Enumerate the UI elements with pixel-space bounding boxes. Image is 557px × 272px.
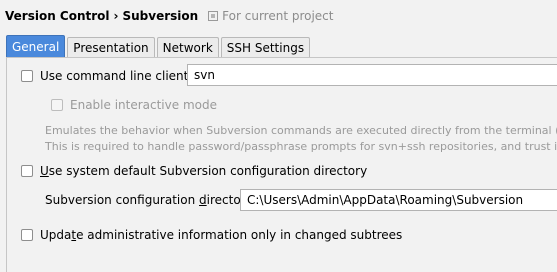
breadcrumb-parent[interactable]: Version Control (5, 9, 110, 23)
enable-interactive-mode-option[interactable]: Enable interactive mode (51, 98, 217, 112)
tab-network[interactable]: Network (156, 37, 219, 57)
breadcrumb: Version Control › Subversion For current… (5, 8, 334, 24)
config-directory-label: Subversion configuration directory: (45, 193, 256, 207)
breadcrumb-current: Subversion (122, 9, 199, 23)
project-scope-icon (208, 11, 219, 21)
use-system-default-config-checkbox[interactable] (21, 165, 33, 177)
use-command-line-client-checkbox[interactable] (21, 70, 33, 82)
enable-interactive-mode-label: Enable interactive mode (70, 98, 217, 112)
tab-general[interactable]: General (6, 35, 66, 57)
use-command-line-client-option[interactable]: Use command line client: (21, 69, 192, 83)
use-system-default-config-option[interactable]: Use system default Subversion configurat… (21, 164, 367, 178)
enable-interactive-mode-checkbox[interactable] (51, 99, 63, 111)
breadcrumb-separator: › (113, 9, 119, 23)
tab-bar: General Presentation Network SSH Setting… (6, 35, 312, 57)
tab-presentation[interactable]: Presentation (67, 37, 155, 57)
tab-ssh-settings[interactable]: SSH Settings (220, 37, 311, 57)
command-line-client-input[interactable]: svn (187, 64, 557, 86)
update-admin-info-label: Update administrative information only i… (40, 228, 403, 242)
update-admin-info-checkbox[interactable] (21, 229, 33, 241)
interactive-mode-description-line-1: Emulates the behavior when Subversion co… (45, 124, 557, 137)
update-admin-info-option[interactable]: Update administrative information only i… (21, 228, 402, 242)
interactive-mode-description-line-2: This is required to handle password/pass… (45, 140, 557, 153)
config-directory-input[interactable]: C:\Users\Admin\AppData\Roaming\Subversio… (240, 189, 557, 211)
use-command-line-client-label: Use command line client: (40, 69, 193, 83)
use-system-default-config-label: Use system default Subversion configurat… (40, 164, 368, 178)
project-scope-label: For current project (222, 9, 334, 23)
